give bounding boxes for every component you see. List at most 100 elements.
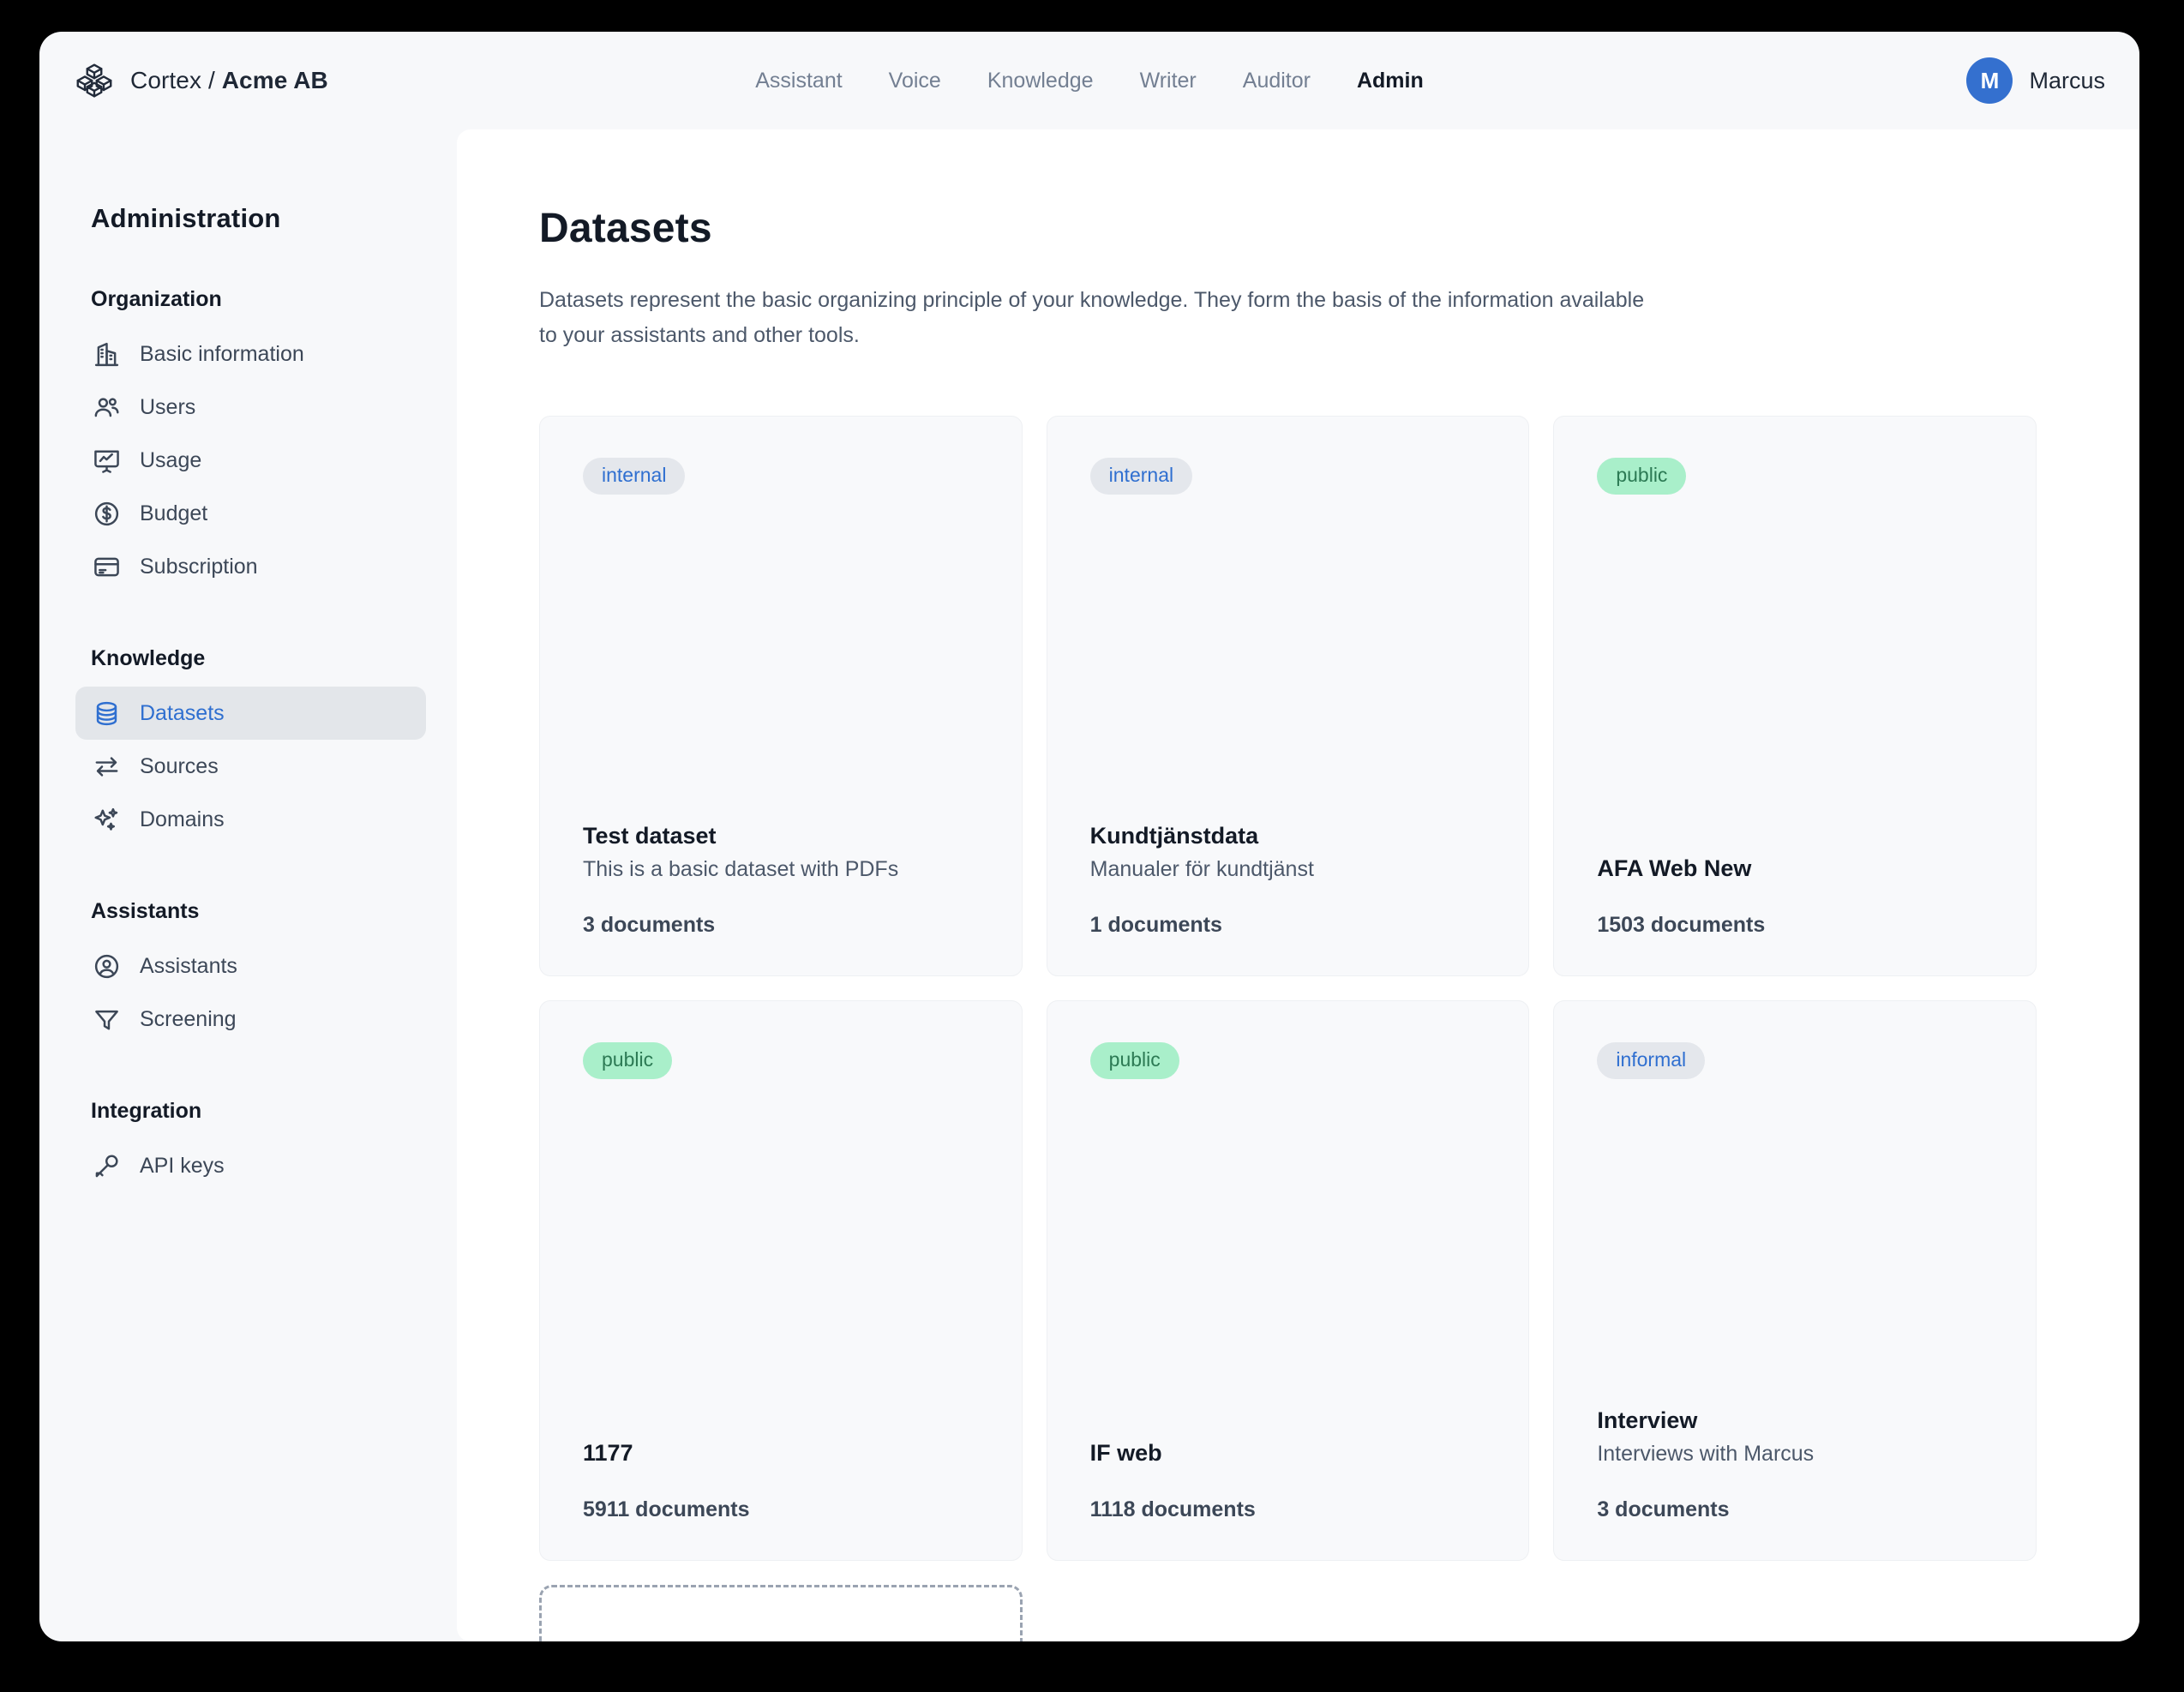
sidebar-item-label: Usage: [140, 447, 202, 472]
sidebar-item-datasets[interactable]: Datasets: [75, 687, 426, 740]
sidebar-item-api-keys[interactable]: API keys: [75, 1139, 426, 1192]
dataset-card[interactable]: informal Interview Interviews with Marcu…: [1553, 1000, 2037, 1561]
brand-org: Acme AB: [221, 67, 328, 93]
sidebar-item-domains[interactable]: Domains: [75, 793, 426, 846]
nav-item-knowledge[interactable]: Knowledge: [987, 69, 1094, 93]
sidebar-group-label: Organization: [91, 287, 222, 311]
main-panel: Datasets Datasets represent the basic or…: [457, 129, 2139, 1641]
dataset-card[interactable]: internal Kundtjänstdata Manualer för kun…: [1046, 416, 1530, 976]
sidebar-item-label: Screening: [140, 1006, 237, 1031]
users-icon: [94, 397, 119, 417]
sidebar-item-label: Subscription: [140, 554, 258, 579]
status-badge: public: [1597, 458, 1687, 495]
panel-content: Datasets Datasets represent the basic or…: [457, 129, 2139, 1641]
dataset-card-footer: AFA Web New 1503 documents: [1597, 855, 1993, 938]
app-body: Administration Organization Basic inform…: [39, 129, 2139, 1641]
status-badge: public: [583, 1042, 673, 1079]
brand[interactable]: Cortex / Acme AB: [75, 62, 328, 99]
dataset-card-footer: Interview Interviews with Marcus 3 docum…: [1597, 1407, 1993, 1522]
building-icon: [94, 342, 119, 366]
dataset-document-count: 5911 documents: [583, 1497, 750, 1521]
status-badge: public: [1089, 1042, 1179, 1079]
brand-text: Cortex / Acme AB: [130, 67, 328, 94]
presentation-chart-icon: [94, 450, 119, 473]
dataset-card[interactable]: public 1177 5911 documents: [539, 1000, 1023, 1561]
status-badge: informal: [1597, 1042, 1706, 1079]
nav-item-assistant[interactable]: Assistant: [755, 69, 842, 93]
dataset-name: AFA Web New: [1597, 855, 1752, 881]
top-bar: Cortex / Acme AB Assistant Voice Knowled…: [39, 32, 2139, 129]
sidebar-item-assistants[interactable]: Assistants: [75, 939, 426, 993]
brand-prefix: Cortex /: [130, 67, 222, 93]
dollar-circle-icon: [94, 501, 119, 525]
add-dataset-card[interactable]: [539, 1585, 1023, 1641]
dataset-name: 1177: [583, 1440, 633, 1466]
nav-item-writer[interactable]: Writer: [1140, 69, 1197, 93]
dataset-document-count: 1503 documents: [1597, 913, 1766, 937]
avatar: M: [1966, 57, 2013, 104]
dataset-document-count: 3 documents: [1597, 1497, 1730, 1521]
sidebar-item-label: Assistants: [140, 953, 237, 978]
dataset-name: Interview: [1597, 1407, 1698, 1433]
funnel-icon: [95, 1010, 118, 1029]
user-name: Marcus: [2029, 67, 2105, 93]
sidebar-item-users[interactable]: Users: [75, 381, 426, 434]
sidebar-item-label: Domains: [140, 807, 225, 831]
sidebar-item-budget[interactable]: Budget: [75, 487, 426, 540]
dataset-name: Kundtjänstdata: [1089, 823, 1259, 849]
sidebar-item-label: Datasets: [140, 700, 225, 725]
sidebar-group-label: Assistants: [91, 899, 200, 923]
sidebar-item-label: Sources: [140, 753, 219, 778]
nav-item-admin[interactable]: Admin: [1357, 69, 1424, 93]
nav-item-auditor[interactable]: Auditor: [1243, 69, 1311, 93]
sidebar-item-label: API keys: [140, 1153, 225, 1178]
dataset-card-footer: IF web 1118 documents: [1090, 1440, 1486, 1522]
page-description: Datasets represent the basic organizing …: [539, 288, 1645, 347]
sidebar-item-subscription[interactable]: Subscription: [75, 540, 426, 593]
sparkles-icon: [94, 807, 118, 831]
user-circle-icon: [94, 954, 119, 978]
dataset-description: This is a basic dataset with PDFs: [583, 857, 899, 881]
sidebar-group-label: Knowledge: [91, 646, 206, 670]
main-nav: Assistant Voice Knowledge Writer Auditor…: [755, 69, 1424, 93]
sidebar-item-usage[interactable]: Usage: [75, 434, 426, 487]
sidebar-title: Administration: [91, 203, 281, 233]
credit-card-icon: [94, 557, 119, 576]
sidebar-group-label: Integration: [91, 1099, 202, 1123]
dataset-card[interactable]: internal Test dataset This is a basic da…: [539, 416, 1023, 976]
dataset-card-footer: Test dataset This is a basic dataset wit…: [583, 823, 979, 938]
cubes-logo-icon: [76, 63, 112, 98]
dataset-document-count: 1118 documents: [1089, 1497, 1256, 1521]
user-menu[interactable]: M Marcus: [1966, 57, 2105, 104]
sidebar-item-basic-information[interactable]: Basic information: [75, 327, 426, 381]
status-badge: internal: [583, 458, 686, 495]
sidebar-group-assistants: Assistants Assistants Screening: [75, 899, 426, 1046]
nav-item-voice[interactable]: Voice: [889, 69, 941, 93]
dataset-card[interactable]: public IF web 1118 documents: [1046, 1000, 1530, 1561]
dataset-document-count: 1 documents: [1089, 913, 1222, 937]
dataset-name: IF web: [1089, 1440, 1162, 1466]
swap-arrows-icon: [95, 756, 118, 777]
app-window: Cortex / Acme AB Assistant Voice Knowled…: [39, 32, 2139, 1641]
page-title: Datasets: [539, 206, 712, 251]
dataset-description: Interviews with Marcus: [1597, 1442, 1815, 1466]
dataset-document-count: 3 documents: [583, 913, 716, 937]
sidebar-group-integration: Integration API keys: [75, 1099, 426, 1192]
sidebar-group-organization: Organization Basic information Users Usa…: [75, 287, 426, 593]
datasets-grid: internal Test dataset This is a basic da…: [539, 416, 2037, 1641]
sidebar: Administration Organization Basic inform…: [39, 129, 457, 1641]
key-icon: [95, 1154, 118, 1177]
status-badge: internal: [1089, 458, 1193, 495]
dataset-description: Manualer för kundtjänst: [1089, 857, 1314, 881]
dataset-card-footer: 1177 5911 documents: [583, 1440, 979, 1522]
database-icon: [96, 701, 117, 725]
sidebar-item-label: Budget: [140, 501, 208, 525]
sidebar-group-knowledge: Knowledge Datasets Sources Domains: [75, 646, 426, 846]
dataset-card-footer: Kundtjänstdata Manualer för kundtjänst 1…: [1090, 823, 1486, 938]
sidebar-item-screening[interactable]: Screening: [75, 993, 426, 1046]
sidebar-item-label: Basic information: [140, 341, 304, 366]
dataset-card[interactable]: public AFA Web New 1503 documents: [1553, 416, 2037, 976]
sidebar-item-label: Users: [140, 394, 196, 419]
dataset-name: Test dataset: [583, 823, 717, 849]
sidebar-item-sources[interactable]: Sources: [75, 740, 426, 793]
